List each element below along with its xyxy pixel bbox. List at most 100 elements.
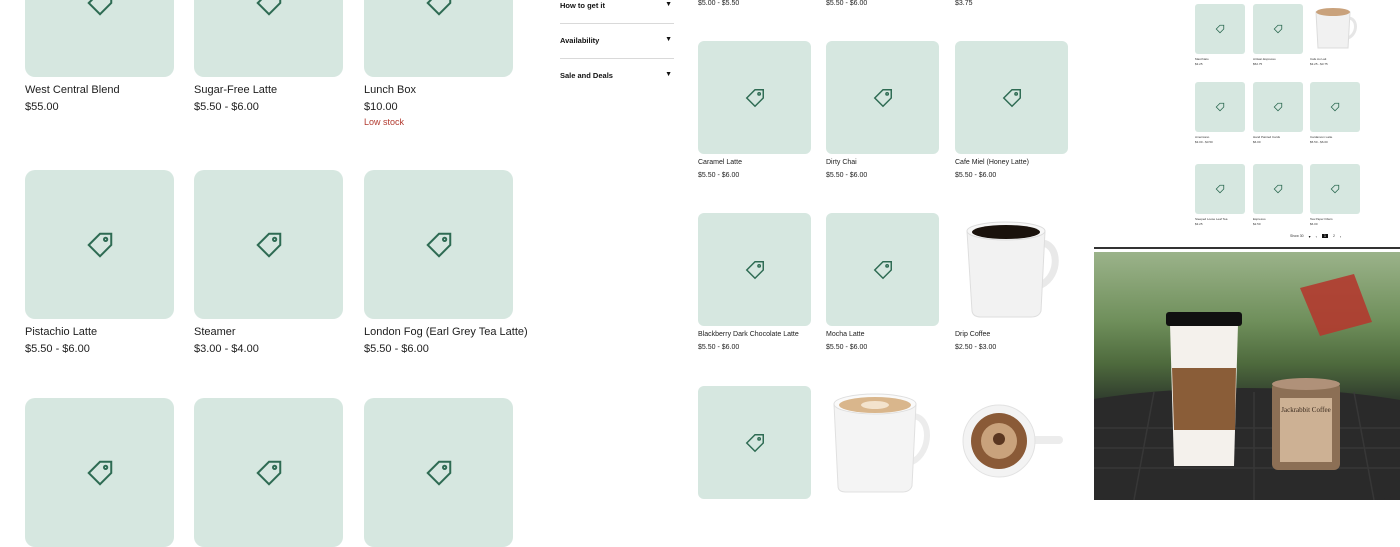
product-tile-dirty-chai[interactable] [826,41,939,154]
product-tile-cafe-miel[interactable] [955,41,1068,154]
tag-icon [1215,24,1225,34]
product-name[interactable]: Pistachio Latte [25,326,97,338]
coffee-cup-and-tin-image: Jackrabbit Coffee [1094,274,1400,500]
product-price: $5.50 - $6.00 [698,172,740,179]
tag-icon [1273,24,1283,34]
coffee-photo: Jackrabbit Coffee [1094,252,1400,500]
product-tile-caramel-latte[interactable] [698,41,811,154]
filter-label: Availability [560,36,600,45]
product-name[interactable]: Dirty Chai [826,159,857,166]
product-price: $5.50 - $6.00 [826,344,868,351]
page-link[interactable]: 2 [1333,234,1335,238]
product-name[interactable]: Cafe Au Lait [1310,57,1326,61]
chevron-down-icon[interactable]: ▾ [1309,234,1311,239]
product-tile-west-central-blend[interactable] [25,0,174,77]
product-name[interactable]: Blackberry Dark Chocolate Latte [698,331,799,338]
product-image-mocha-cup[interactable] [955,386,1068,500]
divider [560,58,674,59]
cappuccino-cup-image [962,404,1063,478]
low-stock-badge: Low stock [364,117,405,127]
product-tile-artisan-espresso[interactable] [1253,4,1303,54]
product-name[interactable]: Mocha Latte [826,331,865,338]
product-price: $3.75 [955,0,973,7]
product-tile[interactable] [25,398,174,547]
tag-icon [255,0,281,16]
tag-icon [1273,184,1283,194]
product-tile[interactable] [194,398,343,547]
product-name[interactable]: Sugar-Free Latte [194,84,277,96]
product-tile-sugar-free-latte[interactable] [194,0,343,77]
latte-mug-image [833,393,930,493]
product-price: $3.25 [1195,222,1203,226]
product-tile-tea-paper-filters[interactable] [1310,164,1360,214]
product-image-cafe-au-lait[interactable] [1310,4,1360,54]
thumbnail-preview-pane: Macchiato $3.25 Artisan Espresso $52.75 … [1094,0,1400,247]
tag-icon [1273,102,1283,112]
product-tile[interactable] [364,398,513,547]
product-price: $5.50 - $6.00 [194,101,259,113]
page-size-select[interactable]: Show 30 [1290,234,1304,238]
product-name[interactable]: Tea Paper Filters [1310,217,1333,221]
filter-how-to-get-it[interactable]: How to get it ▼ [560,1,674,36]
product-name[interactable]: Artisan Espresso [1253,57,1276,61]
product-tile-blackberry-dark-chocolate-latte[interactable] [698,213,811,326]
tag-icon [1330,184,1340,194]
product-tile-macchiato[interactable] [1195,4,1245,54]
product-price: $5.50 - $6.00 [1310,140,1328,144]
product-tile-london-fog[interactable] [364,170,513,319]
product-name[interactable]: Hand Painted Cards [1253,135,1280,139]
tag-icon [86,232,112,258]
product-name[interactable]: West Central Blend [25,84,120,96]
tag-icon [425,0,451,16]
product-name[interactable]: Cafe Miel (Honey Latte) [955,159,1029,166]
product-tile-steamer[interactable] [194,170,343,319]
product-name[interactable]: Lunch Box [364,84,416,96]
product-price: $10.00 [364,101,398,113]
tag-icon [873,260,892,279]
product-price: $2.50 [1253,222,1261,226]
product-price: $55.00 [25,101,59,113]
tag-icon [425,460,451,486]
tag-icon [86,0,112,16]
product-image-drip-coffee[interactable] [955,213,1068,326]
product-price: $5.50 - $6.00 [698,344,740,351]
product-price: $3.25 - $3.75 [1310,62,1328,66]
filter-availability[interactable]: Availability ▼ [560,36,674,71]
tag-icon [1330,102,1340,112]
product-tile-lunch-box[interactable] [364,0,513,77]
product-tile-hand-painted-cards[interactable] [1253,82,1303,132]
product-tile-espresso[interactable] [1253,164,1303,214]
mug-image [1315,8,1357,49]
product-name[interactable]: Macchiato [1195,57,1209,61]
divider [560,23,674,24]
product-name[interactable]: Caramel Latte [698,159,742,166]
product-price: $5.50 - $6.00 [364,343,429,355]
product-price: $5.50 - $6.00 [826,172,868,179]
product-image-latte-mug[interactable] [826,386,939,500]
prev-page-icon[interactable]: ‹ [1316,234,1317,239]
product-price: $3.25 [1195,62,1203,66]
product-price: $3.00 - $3.50 [1195,140,1213,144]
filter-sale-and-deals[interactable]: Sale and Deals ▼ [560,71,674,106]
chevron-down-icon: ▼ [665,1,672,8]
product-price: $5.50 - $6.00 [955,172,997,179]
product-price: $5.50 - $6.00 [826,0,868,7]
product-tile-americano[interactable] [1195,82,1245,132]
product-tile-mocha-latte[interactable] [826,213,939,326]
product-name[interactable]: Cardamom Latte [1310,135,1332,139]
product-name[interactable]: Steeped Loose Leaf Tea [1195,217,1227,221]
product-name[interactable]: London Fog (Earl Grey Tea Latte) [364,326,528,338]
tag-icon [873,88,892,107]
tag-icon [745,88,764,107]
product-tile-pistachio-latte[interactable] [25,170,174,319]
chevron-down-icon: ▼ [665,36,672,43]
product-tile-steeped-loose-leaf-tea[interactable] [1195,164,1245,214]
next-page-icon[interactable]: › [1340,234,1341,239]
product-tile[interactable] [698,386,811,499]
product-tile-cardamom-latte[interactable] [1310,82,1360,132]
product-name[interactable]: Drip Coffee [955,331,990,338]
product-name[interactable]: Americano [1195,135,1209,139]
current-page[interactable]: 1 [1321,234,1328,238]
product-name[interactable]: Steamer [194,326,236,338]
product-name[interactable]: Espresso [1253,217,1266,221]
